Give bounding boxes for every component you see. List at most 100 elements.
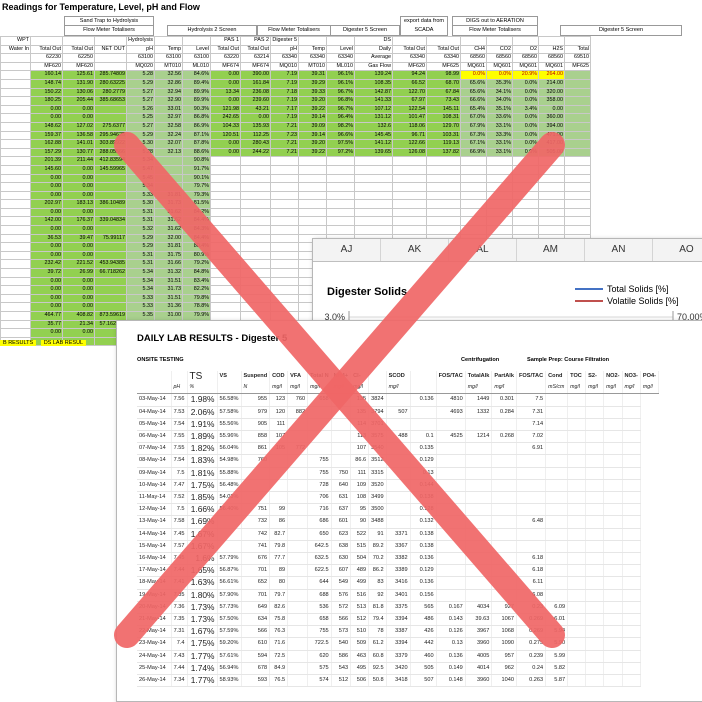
cell[interactable]: 39.22	[298, 147, 327, 158]
cell[interactable]	[240, 311, 271, 321]
cell[interactable]: 32.90	[154, 96, 183, 106]
cell[interactable]	[354, 164, 393, 175]
cell[interactable]: 5.30	[126, 139, 155, 149]
cell[interactable]	[567, 406, 587, 419]
cell[interactable]	[603, 503, 623, 517]
date-cell[interactable]: 16-May-14	[137, 552, 172, 566]
cell[interactable]: 3394	[386, 613, 411, 627]
cell[interactable]: 60.8	[368, 650, 387, 663]
cell[interactable]	[567, 637, 587, 651]
cell[interactable]	[354, 199, 393, 209]
cell[interactable]	[307, 442, 332, 456]
cell[interactable]	[0, 173, 31, 184]
cell[interactable]: 57.90%	[217, 589, 242, 602]
cell[interactable]: 97.5%	[326, 139, 355, 149]
cell[interactable]: 103.31	[426, 130, 461, 141]
cell[interactable]	[622, 625, 641, 639]
cell[interactable]: 4014	[465, 662, 493, 676]
cell[interactable]: 5.34	[126, 268, 155, 278]
cell[interactable]: 486	[410, 613, 437, 627]
cell[interactable]: 565	[410, 601, 437, 615]
cell[interactable]: 65.6%	[460, 87, 487, 98]
cell[interactable]: Temp	[298, 44, 327, 55]
cell[interactable]: 5.29	[126, 233, 155, 244]
cell[interactable]: 632.5	[307, 552, 332, 566]
cell[interactable]: 32.07	[154, 139, 183, 149]
cell[interactable]: 31.81	[154, 190, 183, 201]
cell[interactable]	[287, 564, 309, 578]
cell[interactable]: 84.9	[269, 662, 289, 676]
cell[interactable]	[0, 53, 31, 63]
cell[interactable]: 32.00	[154, 233, 183, 244]
cell[interactable]: 979	[241, 406, 271, 419]
cell[interactable]	[331, 418, 352, 432]
cell[interactable]: 390.00	[240, 70, 271, 80]
column-header-an[interactable]: AN	[585, 239, 653, 261]
cell[interactable]: 1.75%	[187, 637, 218, 651]
cell[interactable]	[512, 173, 539, 184]
cell[interactable]	[564, 173, 591, 184]
cell[interactable]: 3371	[386, 528, 411, 541]
cell[interactable]	[545, 406, 569, 419]
cell[interactable]: 79.7%	[182, 182, 211, 192]
cell[interactable]: 4525	[436, 430, 466, 444]
cell[interactable]	[94, 36, 127, 46]
cell[interactable]: 78.8%	[182, 302, 211, 312]
cell[interactable]	[460, 199, 487, 209]
cell[interactable]	[516, 528, 547, 541]
cell[interactable]	[210, 190, 241, 201]
cell[interactable]: 3387	[386, 625, 411, 639]
cell[interactable]	[622, 503, 641, 517]
cell[interactable]	[240, 182, 271, 192]
cell[interactable]: 3418	[386, 674, 411, 688]
cell[interactable]: 7.19	[270, 78, 299, 89]
cell[interactable]: 89	[269, 564, 289, 578]
cell[interactable]	[210, 311, 241, 321]
cell[interactable]: 56.04%	[217, 442, 242, 456]
cell[interactable]: 750	[331, 467, 352, 480]
cell[interactable]: 7.19	[270, 96, 299, 106]
cell[interactable]: 320.00	[538, 87, 565, 98]
cell[interactable]	[436, 528, 466, 541]
cell[interactable]: Total Out	[30, 44, 63, 55]
cell[interactable]: 631	[331, 491, 352, 505]
cell[interactable]: 742	[241, 528, 271, 541]
cell[interactable]: 211.44	[62, 156, 95, 166]
cell[interactable]	[287, 503, 309, 517]
cell[interactable]: 488	[386, 430, 411, 444]
cell[interactable]	[567, 576, 587, 590]
cell[interactable]	[491, 528, 517, 541]
cell[interactable]: 489	[350, 564, 370, 578]
cell[interactable]: 3960	[465, 674, 493, 688]
cell[interactable]	[426, 156, 461, 166]
cell[interactable]: 39.14	[298, 113, 327, 123]
cell[interactable]: 31.73	[154, 285, 183, 295]
cell[interactable]: 3382	[386, 552, 411, 566]
cell[interactable]	[567, 540, 587, 554]
cell[interactable]	[326, 216, 355, 227]
cell[interactable]: Temp	[154, 44, 183, 55]
date-cell[interactable]: 14-May-14	[137, 528, 172, 541]
cell[interactable]: 513	[350, 601, 370, 615]
cell[interactable]	[585, 601, 605, 615]
cell[interactable]: 83	[368, 576, 387, 590]
cell[interactable]	[287, 613, 309, 627]
cell[interactable]	[392, 156, 427, 166]
cell[interactable]: 0.00	[30, 276, 63, 287]
cell[interactable]	[585, 613, 605, 627]
cell[interactable]	[603, 674, 623, 688]
date-cell[interactable]: 20-May-14	[137, 601, 172, 615]
cell[interactable]: 285.74809	[94, 70, 127, 80]
cell[interactable]: MF620	[30, 61, 63, 72]
cell[interactable]: 108.31	[426, 113, 461, 123]
cell[interactable]	[240, 216, 271, 227]
tab-ds-lab-results[interactable]: DS LAB RESUL	[40, 340, 87, 346]
cell[interactable]: 5.33	[126, 190, 155, 201]
cell[interactable]	[603, 589, 623, 602]
cell[interactable]: 644	[307, 576, 332, 590]
cell[interactable]: 0.00	[30, 113, 63, 123]
cell[interactable]: 96.71	[392, 130, 427, 141]
cell[interactable]: 658	[307, 613, 332, 627]
cell[interactable]: 54.98%	[217, 454, 242, 468]
cell[interactable]: 394.00	[538, 121, 565, 132]
